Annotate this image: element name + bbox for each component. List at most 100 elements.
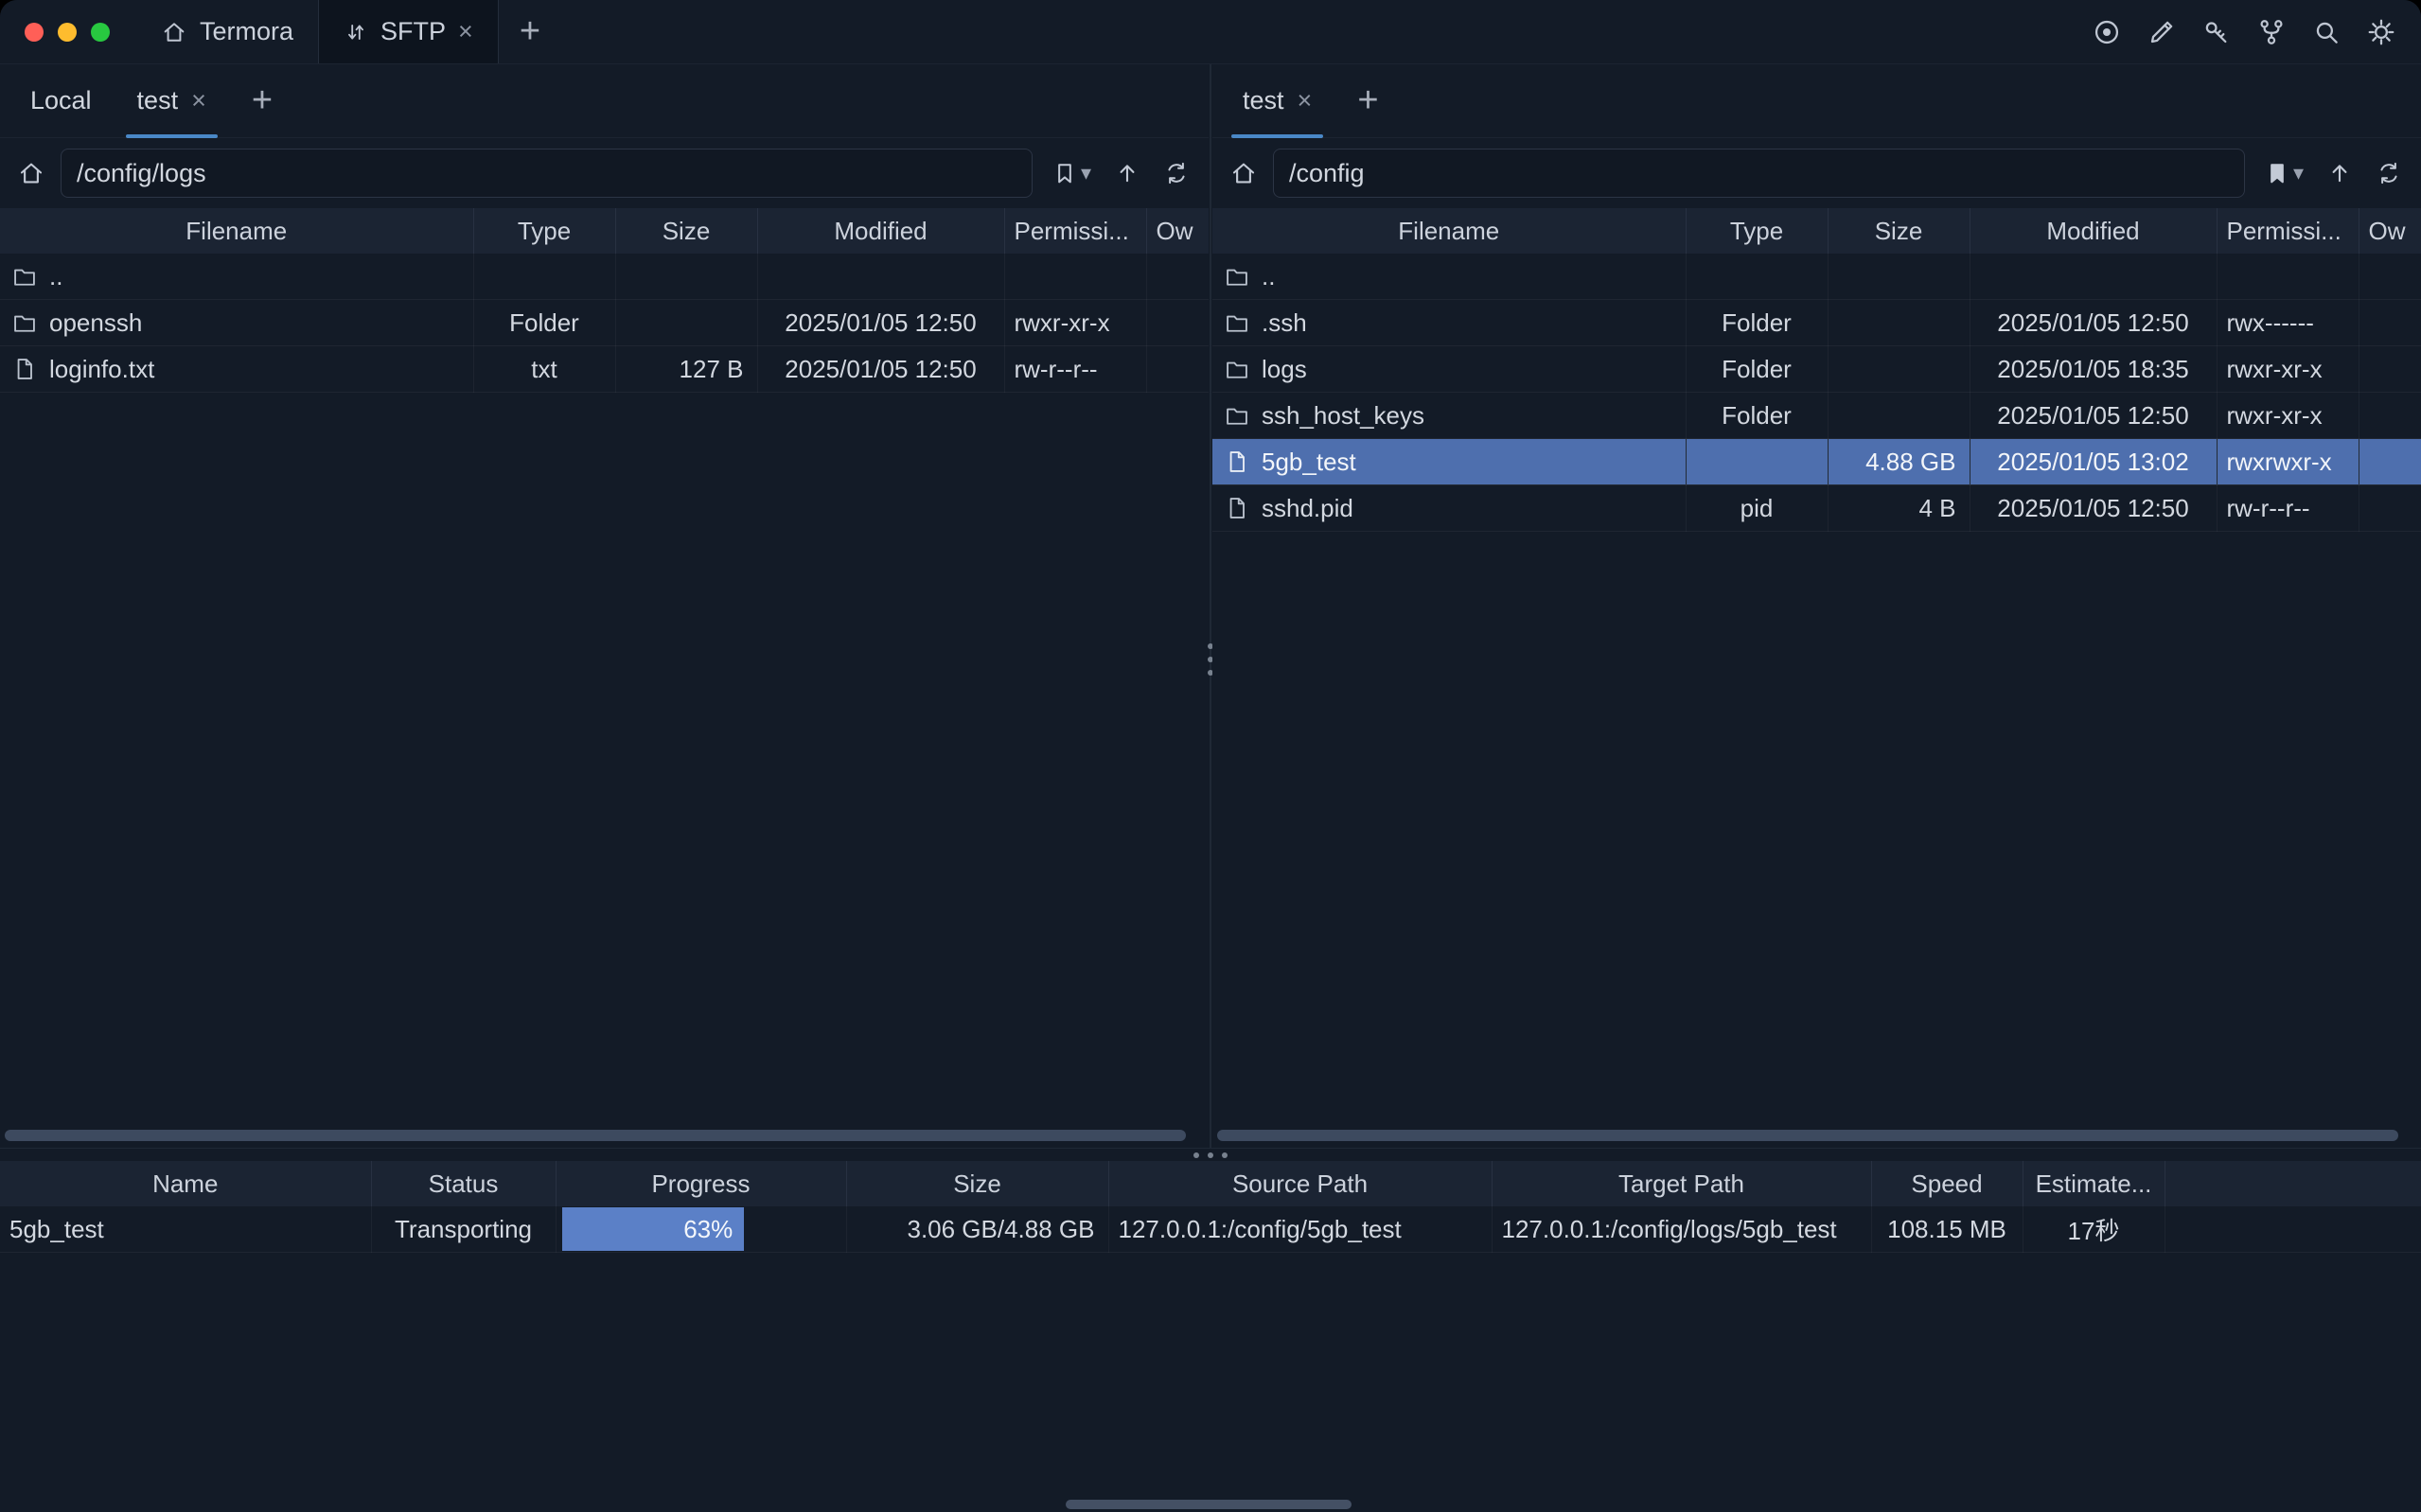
tab-termora[interactable]: Termora	[136, 0, 318, 63]
new-pane-tab-button[interactable]: +	[229, 64, 295, 137]
file-row-openssh[interactable]: openssh Folder 2025/01/05 12:50 rwxr-xr-…	[0, 300, 1209, 346]
right-pane: test × + ▾ F	[1212, 64, 2421, 1148]
col-status[interactable]: Status	[371, 1161, 556, 1206]
chevron-down-icon[interactable]: ▾	[2293, 161, 2304, 185]
home-icon[interactable]	[1229, 159, 1258, 187]
tab-termora-label: Termora	[200, 17, 293, 46]
refresh-icon[interactable]	[2376, 160, 2402, 186]
close-tab-icon[interactable]: ×	[191, 88, 206, 114]
transfer-arrows-icon	[344, 20, 368, 44]
tab-test-left[interactable]: test ×	[115, 64, 229, 137]
transfer-row-5gb-test[interactable]: 5gb_test Transporting 63% 3.06 GB/4.88 G…	[0, 1206, 2421, 1253]
file-icon	[1224, 495, 1250, 521]
file-table-header: Filename Type Size Modified Permissi... …	[0, 208, 1209, 254]
progress-bar: 63%	[557, 1206, 846, 1252]
record-icon[interactable]	[2092, 17, 2122, 47]
col-target-path[interactable]: Target Path	[1492, 1161, 1871, 1206]
search-icon[interactable]	[2311, 17, 2341, 47]
col-size[interactable]: Size	[1828, 208, 1970, 254]
tab-sftp[interactable]: SFTP ×	[318, 0, 499, 63]
left-file-table: Filename Type Size Modified Permissi... …	[0, 208, 1209, 393]
col-speed[interactable]: Speed	[1871, 1161, 2023, 1206]
file-row-parent[interactable]: ..	[1212, 254, 2421, 300]
folder-icon	[1224, 309, 1250, 336]
bookmark-filled-icon[interactable]	[2264, 160, 2290, 186]
edit-icon[interactable]	[2147, 17, 2177, 47]
col-owner[interactable]: Ow	[2359, 208, 2421, 254]
col-owner[interactable]: Ow	[1146, 208, 1209, 254]
file-row-sshd-pid[interactable]: sshd.pid pid 4 B 2025/01/05 12:50 rw-r--…	[1212, 485, 2421, 532]
new-window-tab-button[interactable]: +	[499, 0, 561, 63]
folder-icon	[1224, 356, 1250, 382]
close-tab-icon[interactable]: ×	[458, 19, 473, 44]
titlebar: Termora SFTP × +	[0, 0, 2421, 64]
transfers-splitter[interactable]	[0, 1148, 2421, 1161]
file-row-ssh-host-keys[interactable]: ssh_host_keys Folder 2025/01/05 12:50 rw…	[1212, 393, 2421, 439]
path-input-left[interactable]	[61, 149, 1033, 198]
right-pane-tabs: test × +	[1212, 64, 2421, 138]
file-table-header: Filename Type Size Modified Permissi... …	[1212, 208, 2421, 254]
left-pane-tabs: Local test × +	[0, 64, 1209, 138]
file-row-logs[interactable]: logs Folder 2025/01/05 18:35 rwxr-xr-x	[1212, 346, 2421, 393]
horizontal-scrollbar[interactable]	[5, 1130, 1186, 1141]
col-modified[interactable]: Modified	[1970, 208, 2217, 254]
titlebar-actions	[2092, 0, 2396, 64]
col-permissions[interactable]: Permissi...	[2217, 208, 2359, 254]
file-icon	[1224, 448, 1250, 475]
folder-icon	[11, 309, 38, 336]
col-filename[interactable]: Filename	[1212, 208, 1686, 254]
file-row-5gb-test-selected[interactable]: 5gb_test 4.88 GB 2025/01/05 13:02 rwxrwx…	[1212, 439, 2421, 485]
tab-sftp-label: SFTP	[380, 17, 446, 46]
branch-icon[interactable]	[2256, 17, 2287, 47]
scrollbar-thumb[interactable]	[1217, 1130, 2398, 1141]
scrollbar-thumb[interactable]	[5, 1130, 1186, 1141]
settings-gear-icon[interactable]	[2366, 17, 2396, 47]
progress-bar-fill: 63%	[562, 1207, 745, 1251]
minimize-window-button[interactable]	[58, 23, 77, 42]
chevron-down-icon[interactable]: ▾	[1081, 161, 1091, 185]
right-file-table: Filename Type Size Modified Permissi... …	[1212, 208, 2421, 532]
col-name[interactable]: Name	[0, 1161, 371, 1206]
col-size[interactable]: Size	[615, 208, 757, 254]
col-filler	[2165, 1161, 2421, 1206]
col-type[interactable]: Type	[1686, 208, 1828, 254]
col-progress[interactable]: Progress	[556, 1161, 846, 1206]
close-tab-icon[interactable]: ×	[1298, 88, 1313, 114]
tab-local[interactable]: Local	[8, 64, 115, 137]
file-row-loginfo[interactable]: loginfo.txt txt 127 B 2025/01/05 12:50 r…	[0, 346, 1209, 393]
col-type[interactable]: Type	[473, 208, 615, 254]
new-pane-tab-button[interactable]: +	[1334, 64, 1401, 137]
horizontal-scrollbar[interactable]	[1217, 1130, 2398, 1141]
transfers-panel: Name Status Progress Size Source Path Ta…	[0, 1161, 2421, 1512]
app-window: Termora SFTP × + Local test	[0, 0, 2421, 1512]
file-row-parent[interactable]: ..	[0, 254, 1209, 300]
left-pathbar: ▾	[0, 138, 1209, 208]
close-window-button[interactable]	[25, 23, 44, 42]
tab-test-right[interactable]: test ×	[1220, 64, 1334, 137]
folder-icon	[11, 263, 38, 290]
home-icon[interactable]	[17, 159, 45, 187]
parent-directory-icon[interactable]	[2326, 160, 2353, 186]
col-source-path[interactable]: Source Path	[1108, 1161, 1492, 1206]
traffic-lights	[0, 0, 136, 63]
folder-icon	[1224, 402, 1250, 429]
zoom-window-button[interactable]	[91, 23, 110, 42]
transfers-table: Name Status Progress Size Source Path Ta…	[0, 1161, 2421, 1253]
home-icon	[161, 19, 187, 45]
path-input-right[interactable]	[1273, 149, 2245, 198]
bookmark-group: ▾	[1051, 160, 1091, 186]
progress-label: 63%	[683, 1215, 733, 1244]
refresh-icon[interactable]	[1163, 160, 1190, 186]
file-row-ssh[interactable]: .ssh Folder 2025/01/05 12:50 rwx------	[1212, 300, 2421, 346]
col-permissions[interactable]: Permissi...	[1004, 208, 1146, 254]
bookmark-icon[interactable]	[1051, 160, 1078, 186]
col-filename[interactable]: Filename	[0, 208, 473, 254]
splitter-grip-icon[interactable]	[1193, 1152, 1228, 1158]
col-estimate[interactable]: Estimate...	[2023, 1161, 2165, 1206]
bookmark-group: ▾	[2264, 160, 2304, 186]
parent-directory-icon[interactable]	[1114, 160, 1140, 186]
col-modified[interactable]: Modified	[757, 208, 1004, 254]
key-icon[interactable]	[2201, 17, 2232, 47]
col-size[interactable]: Size	[846, 1161, 1108, 1206]
bottom-scrollbar-thumb[interactable]	[1066, 1500, 1352, 1509]
